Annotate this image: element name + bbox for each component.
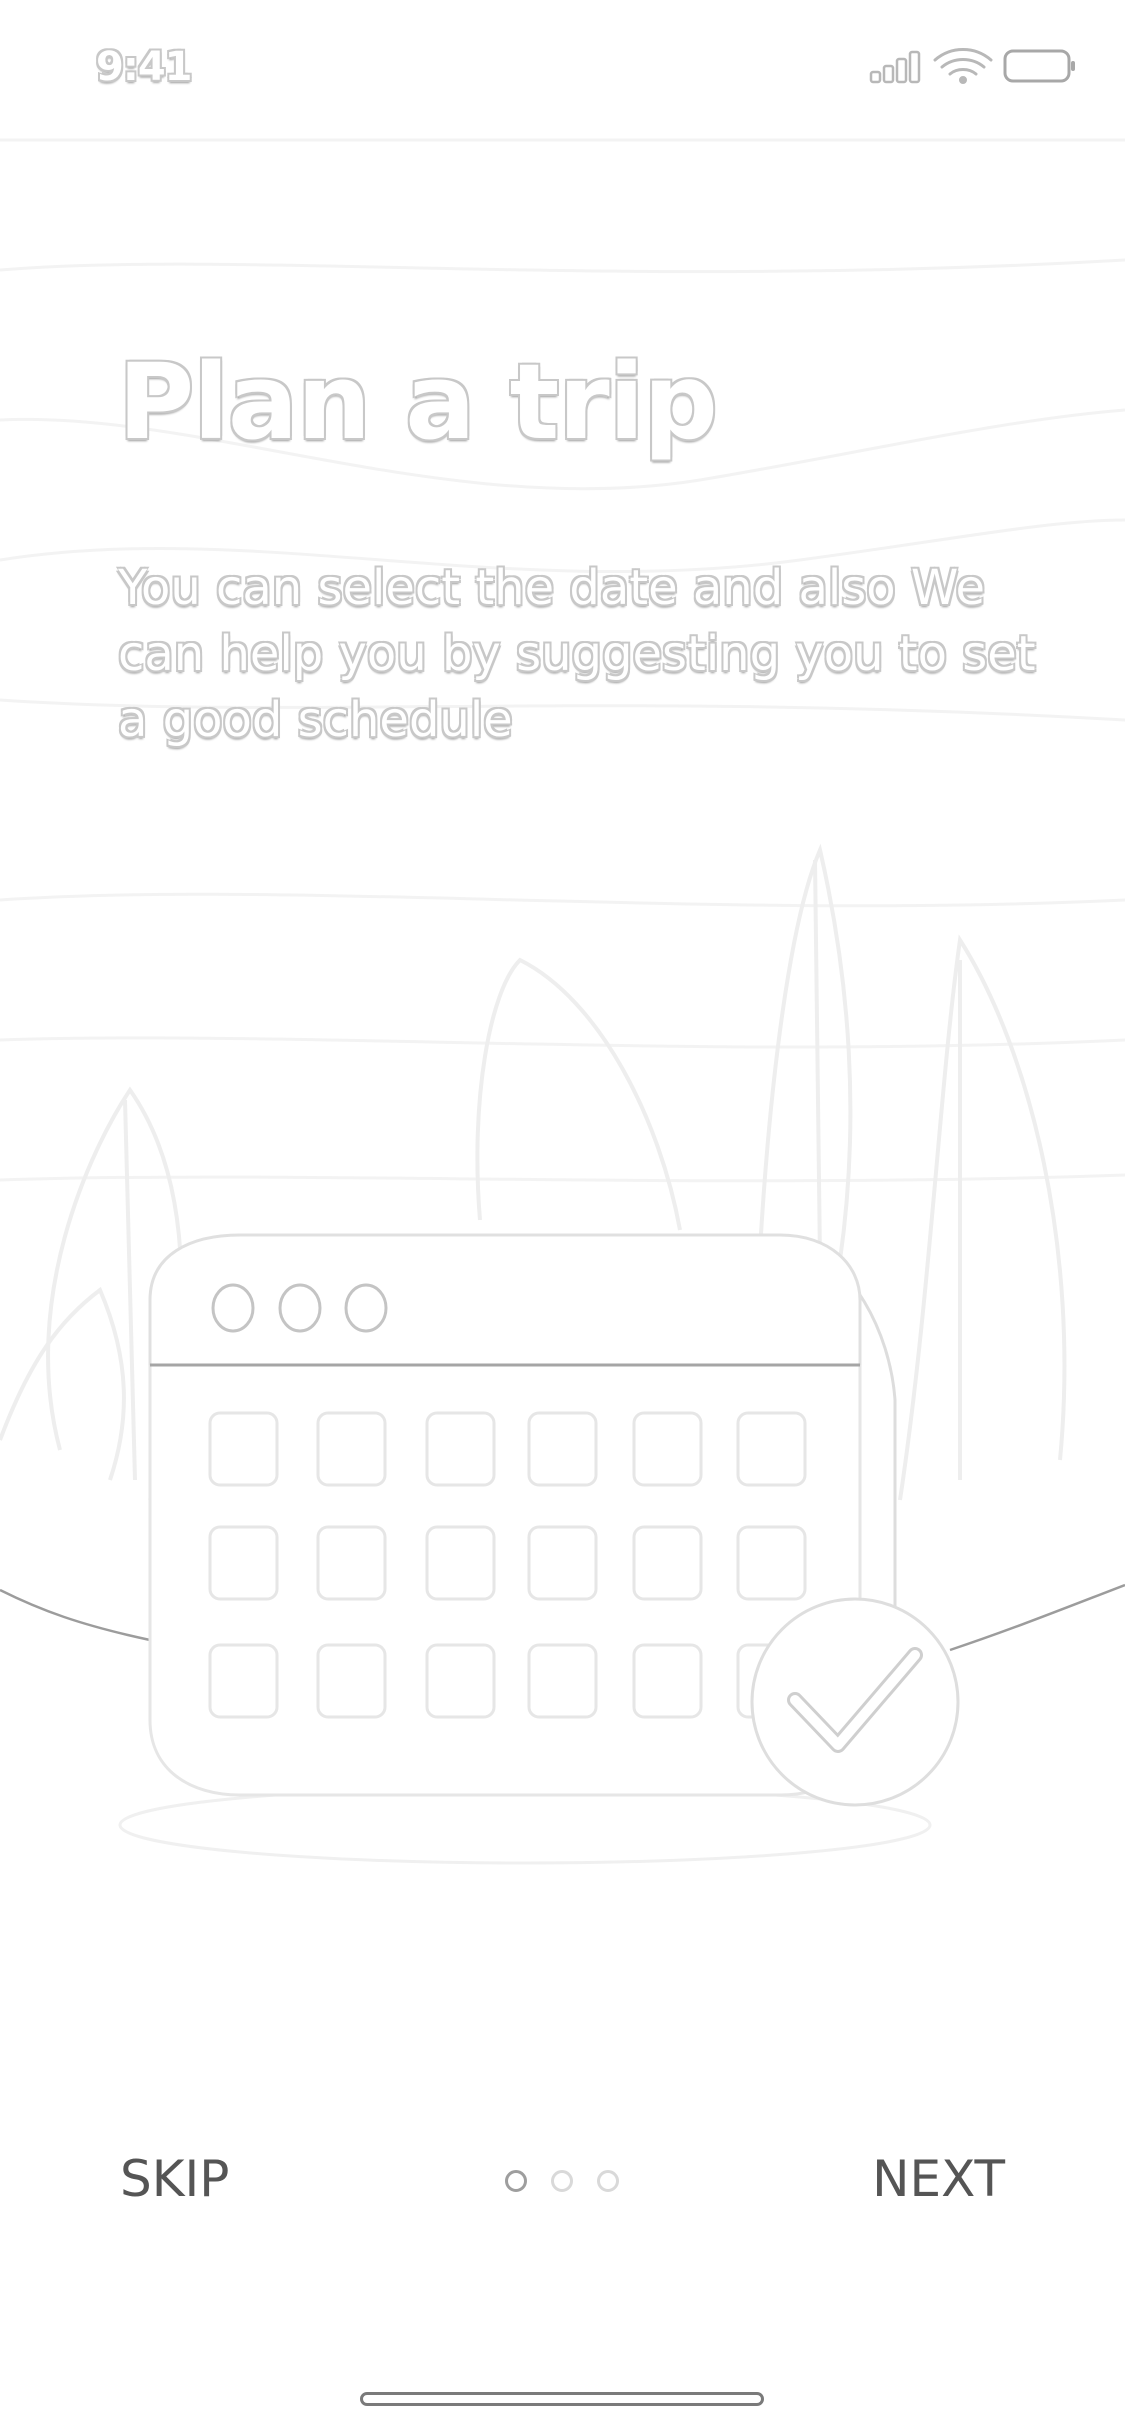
calendar-illustration [0,843,1125,1865]
checkmark-icon [750,1597,960,1807]
page-title: Plan a trip [118,341,718,463]
status-time: 9:41 [96,44,192,90]
status-icons [869,48,1075,84]
page-dot-2[interactable] [551,2170,573,2192]
calendar-body [148,1365,862,1797]
wifi-icon [933,48,993,84]
calendar-header [148,1233,862,1365]
hill-right [949,1583,1125,1652]
ground-shadow [118,1785,932,1865]
leaf-small-left [0,1286,126,1481]
page-indicator [505,2170,625,2200]
skip-button[interactable]: SKIP [120,2150,229,2208]
next-button[interactable]: NEXT [872,2150,1005,2208]
leaf-right [898,934,1067,1501]
page-description: You can select the date and also We can … [118,560,1036,748]
leaf-tall [758,843,853,1261]
signal-icon [869,50,921,84]
page-dot-1[interactable] [505,2170,527,2192]
home-indicator[interactable] [360,2392,764,2406]
battery-icon [1003,49,1075,83]
onboarding-screen: 9:41 Plan a trip You can select the date… [0,0,1125,2436]
leaf-center [475,957,682,1231]
page-dot-3[interactable] [597,2170,619,2192]
hill-left [0,1588,151,1642]
